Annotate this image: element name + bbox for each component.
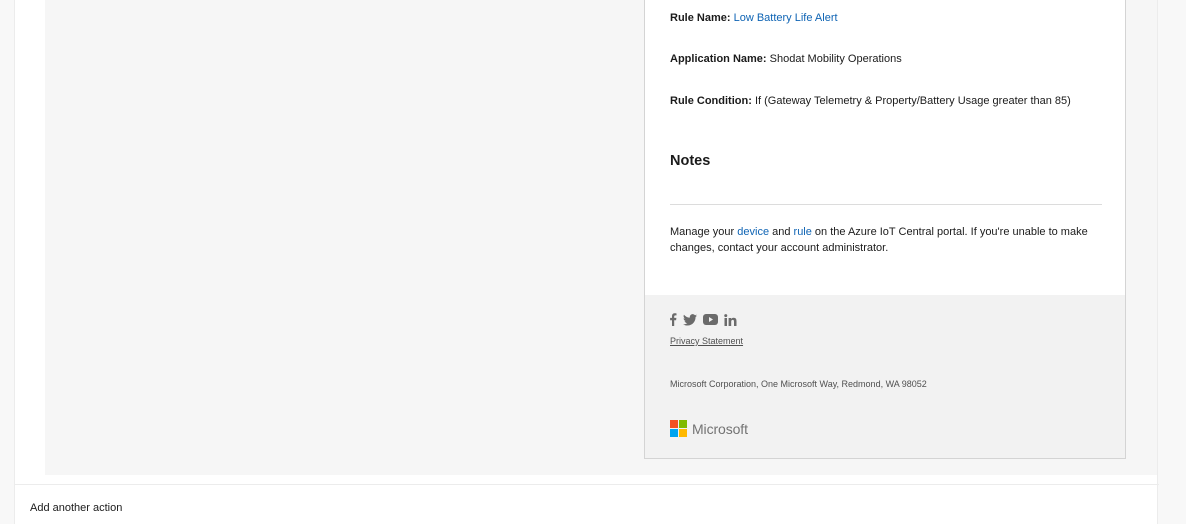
manage-message: Manage your device and rule on the Azure… (670, 224, 1110, 256)
rule-condition-label: Rule Condition: (670, 95, 752, 107)
manage-prefix: Manage your (670, 226, 738, 238)
email-footer: Privacy Statement Microsoft Corporation,… (645, 295, 1125, 458)
rule-name-link[interactable]: Low Battery Life Alert (734, 12, 838, 24)
microsoft-wordmark: Microsoft (692, 420, 748, 437)
notes-divider (670, 204, 1102, 205)
rule-name-field: Rule Name: Low Battery Life Alert (670, 11, 838, 25)
rule-condition-value: If (Gateway Telemetry & Property/Battery… (754, 95, 1071, 107)
rule-link[interactable]: rule (794, 226, 812, 238)
section-divider (15, 484, 1159, 485)
company-address: Microsoft Corporation, One Microsoft Way… (670, 379, 927, 389)
device-link[interactable]: device (737, 226, 769, 238)
rule-name-label: Rule Name: (670, 12, 731, 24)
rule-condition-field: Rule Condition: If (Gateway Telemetry & … (670, 94, 1071, 108)
add-another-action-link[interactable]: Add another action (30, 502, 122, 514)
application-name-label: Application Name: (670, 53, 767, 65)
microsoft-logo-icon (670, 420, 687, 437)
application-name-value: Shodat Mobility Operations (769, 53, 902, 65)
microsoft-logo: Microsoft (670, 420, 748, 437)
youtube-icon[interactable] (703, 314, 718, 325)
notes-heading: Notes (670, 153, 711, 169)
email-preview-card: Rule Name: Low Battery Life Alert Applic… (644, 0, 1126, 459)
manage-and: and (769, 226, 794, 238)
application-name-field: Application Name: Shodat Mobility Operat… (670, 52, 902, 66)
social-links (669, 313, 737, 326)
twitter-icon[interactable] (683, 313, 697, 326)
facebook-icon[interactable] (669, 313, 677, 326)
privacy-statement-link[interactable]: Privacy Statement (670, 336, 743, 346)
linkedin-icon[interactable] (724, 313, 737, 326)
